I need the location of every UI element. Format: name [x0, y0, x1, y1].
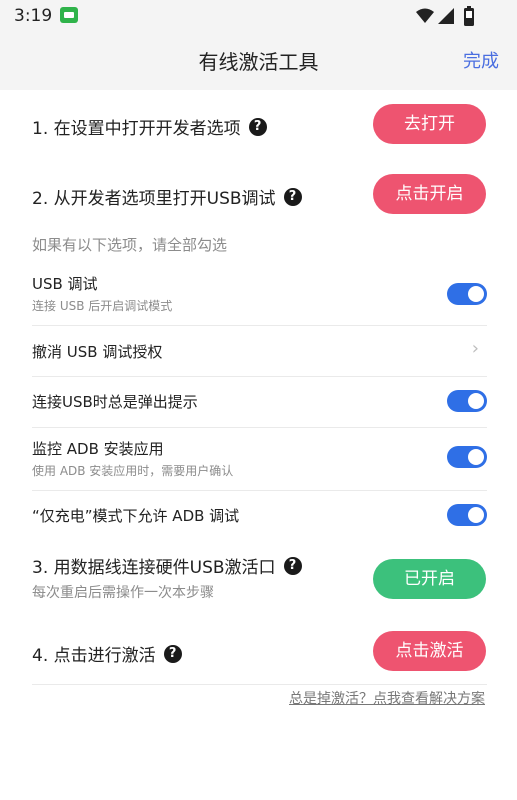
option-label: 监控 ADB 安装应用 — [32, 440, 164, 458]
options-hint: 如果有以下选项，请全部勾选 — [32, 236, 228, 254]
enable-usb-debugging-button[interactable]: 点击开启 — [373, 174, 486, 214]
chevron-right-icon: › — [471, 338, 479, 359]
option-charge-only-adb[interactable]: “仅充电”模式下允许 ADB 调试 — [32, 504, 487, 527]
divider — [32, 376, 487, 377]
open-developer-options-button[interactable]: 去打开 — [373, 104, 486, 144]
option-usb-prompt[interactable]: 连接USB时总是弹出提示 — [32, 390, 487, 413]
help-icon[interactable]: ? — [248, 117, 267, 136]
option-revoke-usb-auth[interactable]: 撤消 USB 调试授权 › — [32, 338, 487, 363]
step-1-text: 1. 在设置中打开开发者选项 — [32, 119, 241, 139]
troubleshoot-link[interactable]: 总是掉激活？点我查看解决方案 — [289, 688, 485, 708]
step-1-label: 1. 在设置中打开开发者选项 ? — [32, 114, 267, 139]
divider — [32, 325, 487, 326]
status-time: 3:19 — [14, 6, 53, 26]
option-label: 撤消 USB 调试授权 — [32, 343, 163, 361]
option-monitor-adb-install[interactable]: 监控 ADB 安装应用 使用 ADB 安装应用时，需要用户确认 — [32, 438, 487, 482]
step-4-label: 4. 点击进行激活 ? — [32, 641, 182, 666]
option-desc: 连接 USB 后开启调试模式 — [32, 299, 173, 313]
step-4-text: 4. 点击进行激活 — [32, 646, 156, 666]
option-label: 连接USB时总是弹出提示 — [32, 393, 198, 411]
page-title: 有线激活工具 — [198, 50, 319, 74]
usb-prompt-toggle[interactable] — [447, 390, 487, 412]
divider — [32, 490, 487, 491]
divider — [32, 427, 487, 428]
option-usb-debugging[interactable]: USB 调试 连接 USB 后开启调试模式 — [32, 273, 487, 317]
activate-button[interactable]: 点击激活 — [373, 631, 486, 671]
help-icon[interactable]: ? — [163, 644, 182, 663]
step-3-label: 3. 用数据线连接硬件USB激活口 ? — [32, 553, 302, 578]
divider — [32, 684, 487, 685]
connected-status-button[interactable]: 已开启 — [373, 559, 486, 599]
wifi-icon — [416, 8, 434, 23]
step-3-text: 3. 用数据线连接硬件USB激活口 — [32, 558, 276, 578]
step-3-subtitle: 每次重启后需操作一次本步骤 — [32, 585, 214, 601]
status-bar: 3:19 — [0, 0, 517, 32]
usb-debugging-toggle[interactable] — [447, 283, 487, 305]
option-label: “仅充电”模式下允许 ADB 调试 — [32, 507, 240, 525]
charge-only-adb-toggle[interactable] — [447, 504, 487, 526]
option-label: USB 调试 — [32, 275, 98, 293]
help-icon[interactable]: ? — [283, 556, 302, 575]
step-2-text: 2. 从开发者选项里打开USB调试 — [32, 189, 276, 209]
help-icon[interactable]: ? — [283, 187, 302, 206]
step-2-label: 2. 从开发者选项里打开USB调试 ? — [32, 184, 302, 209]
battery-icon — [464, 6, 474, 26]
app-header: 有线激活工具 完成 — [0, 32, 517, 90]
option-desc: 使用 ADB 安装应用时，需要用户确认 — [32, 464, 234, 478]
notification-icon — [60, 7, 78, 23]
done-button[interactable]: 完成 — [463, 47, 499, 73]
signal-icon — [438, 8, 454, 24]
monitor-adb-toggle[interactable] — [447, 446, 487, 468]
